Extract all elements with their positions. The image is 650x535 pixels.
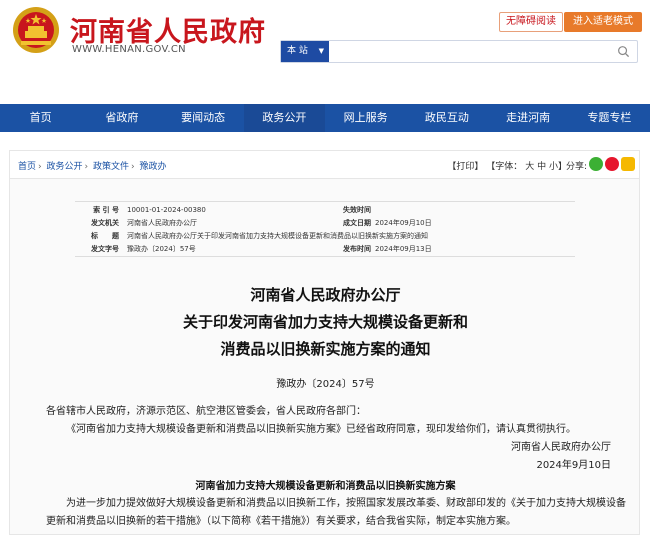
signature-date: 2024年9月10日 (536, 460, 611, 471)
wechat-icon[interactable] (589, 157, 603, 171)
signature-org: 河南省人民政府办公厅 (511, 442, 611, 453)
article-tools: 【打印】 【字体： 大 中 小】 (447, 159, 567, 172)
section-subheading: 河南省加力支持大规模设备更新和消费品以旧换新实施方案 (195, 481, 456, 492)
nav-item-home[interactable]: 首页 (0, 104, 81, 132)
salutation: 各省辖市人民政府，济源示范区、航空港区管委会，省人民政府各部门： (46, 406, 366, 417)
weibo-icon[interactable] (605, 157, 619, 171)
meta-issuer-value: 河南省人民政府办公厅 (127, 219, 197, 227)
breadcrumb-home[interactable]: 首页 (18, 162, 36, 172)
meta-index-value: 10001-01-2024-00380 (127, 206, 206, 214)
site-url: WWW.HENAN.GOV.CN (72, 44, 186, 55)
font-small-button[interactable]: 小 (549, 162, 558, 172)
nav-item-public-affairs[interactable]: 政务公开 (243, 104, 325, 132)
search-input[interactable] (331, 41, 611, 62)
search-icon[interactable] (617, 45, 630, 58)
breadcrumb-bar: 首页 › 政务公开 › 政策文件 › 豫政办 【打印】 【字体： 大 中 小】 分享: (10, 151, 639, 179)
search-scope-select[interactable]: 本 站 ▼ (281, 41, 329, 62)
body-paragraph-2-line-2: 更新和消费品以旧换新的若干措施》（以下简称《若干措施》）有关要求，结合我省实际，… (46, 516, 516, 527)
document-metadata-table: 索 引 号 10001-01-2024-00380 失效时间 发文机关 河南省人… (75, 201, 575, 257)
meta-title-key: 标 题 (91, 232, 119, 240)
meta-index-key: 索 引 号 (93, 206, 119, 214)
elder-mode-button[interactable]: 进入适老模式 (564, 12, 642, 32)
meta-publish-key: 发布时间 (343, 245, 371, 253)
font-large-button[interactable]: 大 (525, 162, 534, 172)
breadcrumb-public-affairs[interactable]: 政务公开 (47, 162, 83, 172)
meta-docno-value: 豫政办〔2024〕57号 (127, 245, 196, 253)
search-bar: 本 站 ▼ (280, 40, 638, 63)
article-container: 首页 › 政务公开 › 政策文件 › 豫政办 【打印】 【字体： 大 中 小】 分享:… (9, 150, 640, 535)
nav-item-online-services[interactable]: 网上服务 (325, 104, 406, 132)
meta-date-key: 成文日期 (343, 219, 371, 227)
font-medium-button[interactable]: 中 (537, 162, 546, 172)
chevron-down-icon: ▼ (318, 47, 324, 55)
meta-docno-key: 发文字号 (91, 245, 119, 253)
accessibility-button[interactable]: 无障碍阅读 (499, 12, 563, 32)
doc-title-line-2: 关于印发河南省加力支持大规模设备更新和 (182, 313, 468, 331)
breadcrumb-current[interactable]: 豫政办 (140, 162, 167, 172)
doc-number: 豫政办〔2024〕57号 (276, 379, 375, 390)
nav-item-topics[interactable]: 专题专栏 (569, 104, 650, 132)
meta-issuer-key: 发文机关 (91, 219, 119, 227)
nav-item-government[interactable]: 省政府 (81, 104, 162, 132)
print-button[interactable]: 【打印】 (447, 162, 483, 172)
body-paragraph-2-line-1: 为进一步加力提效做好大规模设备更新和消费品以旧换新工作，按照国家发展改革委、财政… (66, 498, 626, 509)
share-label: 分享: (565, 162, 587, 172)
doc-title-line-3: 消费品以旧换新实施方案的通知 (220, 340, 431, 358)
meta-date-value: 2024年09月10日 (375, 219, 432, 227)
national-emblem-icon (13, 7, 59, 53)
meta-publish-value: 2024年09月13日 (375, 245, 432, 253)
breadcrumb-policy-docs[interactable]: 政策文件 (93, 162, 129, 172)
site-header: 河南省人民政府 WWW.HENAN.GOV.CN 无障碍阅读 进入适老模式 本 … (0, 0, 650, 104)
nav-item-interaction[interactable]: 政民互动 (406, 104, 487, 132)
font-size-label: 【字体： (486, 162, 523, 172)
meta-title-value: 河南省人民政府办公厅关于印发河南省加力支持大规模设备更新和消费品以旧换新实施方案… (127, 232, 428, 240)
search-scope-label: 本 站 (287, 46, 308, 56)
nav-item-news[interactable]: 要闻动态 (163, 104, 244, 132)
doc-title-line-1: 河南省人民政府办公厅 (250, 286, 401, 304)
qzone-icon[interactable] (621, 157, 635, 171)
main-nav: 首页 省政府 要闻动态 政务公开 网上服务 政民互动 走进河南 专题专栏 (0, 104, 650, 132)
body-paragraph-1: 《河南省加力支持大规模设备更新和消费品以旧换新实施方案》已经省政府同意，现印发给… (66, 424, 576, 435)
meta-expire-key: 失效时间 (343, 206, 371, 214)
breadcrumb: 首页 › 政务公开 › 政策文件 › 豫政办 (18, 162, 167, 172)
nav-item-about-henan[interactable]: 走进河南 (488, 104, 569, 132)
